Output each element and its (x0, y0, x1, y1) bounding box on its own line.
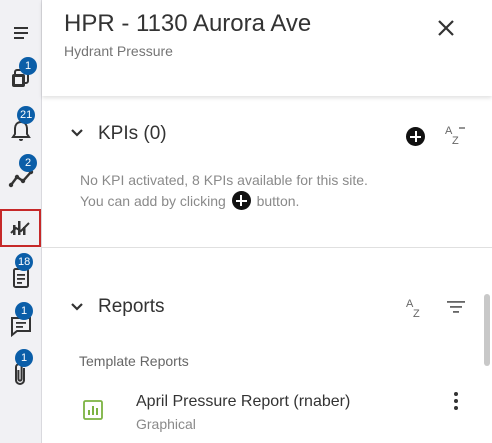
template-reports-label: Template Reports (79, 353, 189, 369)
panel-header: HPR - 1130 Aurora Ave Hydrant Pressure (42, 0, 492, 96)
scrollbar-thumb[interactable] (484, 294, 490, 366)
page-subtitle: Hydrant Pressure (64, 43, 173, 59)
report-list-item[interactable]: April Pressure Report (rnaber) Graphical (42, 383, 492, 443)
notifications-button[interactable]: 21 (0, 106, 41, 149)
kpi-info-line2-pre: You can add by clicking (80, 193, 226, 209)
page-title: HPR - 1130 Aurora Ave (64, 10, 312, 37)
svg-text:Z: Z (452, 135, 459, 147)
kpi-empty-message: No KPI activated, 8 KPIs available for t… (80, 170, 368, 212)
menu-icon (13, 27, 28, 39)
attachments-badge: 1 (15, 349, 33, 367)
comments-button[interactable]: 1 (0, 302, 41, 344)
reports-title: Reports (98, 296, 165, 317)
left-rail: 1 21 2 18 1 1 (0, 0, 42, 443)
close-icon[interactable] (435, 17, 457, 39)
report-type: Graphical (136, 416, 196, 432)
report-chart-icon (83, 400, 103, 420)
trends-badge: 2 (19, 154, 37, 172)
section-divider (42, 247, 492, 248)
kpi-info-line2-post: button. (256, 193, 300, 209)
more-vert-icon[interactable] (446, 389, 466, 413)
analytics-icon (9, 221, 30, 235)
reports-section-header[interactable]: Reports A Z (42, 287, 492, 327)
kpis-section-header[interactable]: KPIs (0) A Z (42, 114, 492, 154)
add-inline-icon (231, 191, 251, 210)
layers-button[interactable]: 1 (0, 57, 41, 97)
kpi-info-line1: No KPI activated, 8 KPIs available for t… (80, 172, 368, 188)
panel-content: KPIs (0) A Z No KPI activated, 8 KPIs av… (42, 96, 492, 443)
comments-badge: 1 (15, 302, 33, 320)
kpis-title: KPIs (0) (98, 123, 167, 144)
sort-az-icon[interactable]: A Z (443, 123, 469, 147)
filter-icon[interactable] (445, 298, 467, 316)
layers-badge: 1 (19, 57, 37, 75)
documents-button[interactable]: 18 (0, 253, 41, 296)
svg-text:Z: Z (413, 308, 420, 320)
chevron-down-icon[interactable] (70, 300, 84, 314)
chevron-down-icon[interactable] (70, 126, 84, 140)
report-name: April Pressure Report (rnaber) (136, 393, 351, 410)
menu-button[interactable] (0, 15, 41, 51)
notifications-badge: 21 (17, 106, 36, 124)
add-kpi-button[interactable] (406, 127, 425, 146)
trends-button[interactable]: 2 (0, 154, 41, 196)
analytics-button[interactable] (0, 209, 41, 247)
kpi-info-line2: You can add by clicking button. (80, 191, 368, 212)
sort-az-icon[interactable]: A Z (404, 296, 430, 320)
attachments-button[interactable]: 1 (0, 349, 41, 393)
